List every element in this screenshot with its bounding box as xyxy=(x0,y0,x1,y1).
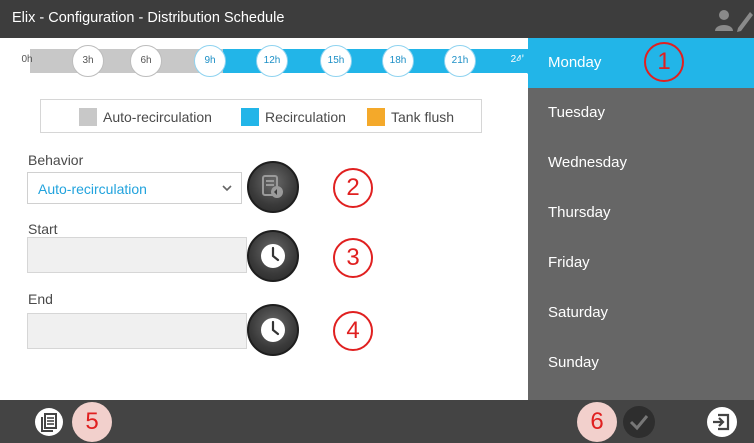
legend-label: Auto-recirculation xyxy=(103,109,212,125)
legend: Auto-recirculation Recirculation Tank fl… xyxy=(40,99,482,133)
timeline-tick: 12h xyxy=(256,45,288,77)
callout-6: 6 xyxy=(577,402,617,442)
end-time-button[interactable] xyxy=(247,304,299,356)
timeline-tick: 9h xyxy=(194,45,226,77)
day-item-saturday[interactable]: Saturday xyxy=(528,288,754,338)
clock-icon xyxy=(261,318,285,342)
timeline-tick: 6h xyxy=(130,45,162,77)
day-label: Monday xyxy=(548,54,602,71)
day-item-friday[interactable]: Friday xyxy=(528,238,754,288)
timeline-tick: 18h xyxy=(382,45,414,77)
callout-2: 2 xyxy=(333,168,373,208)
pencil-icon xyxy=(737,12,753,32)
legend-swatch xyxy=(79,108,97,126)
behavior-select-value: Auto-recirculation xyxy=(38,181,147,197)
copy-schedule-icon[interactable] xyxy=(34,407,64,437)
legend-label: Tank flush xyxy=(391,109,455,125)
callout-3: 3 xyxy=(333,238,373,278)
legend-label: Recirculation xyxy=(265,109,346,125)
end-label: End xyxy=(28,291,53,307)
start-time-input[interactable] xyxy=(27,237,247,273)
window-title: Elix - Configuration - Distribution Sche… xyxy=(12,10,285,26)
day-item-tuesday[interactable]: Tuesday xyxy=(528,88,754,138)
day-label: Saturday xyxy=(548,304,609,321)
exit-icon[interactable] xyxy=(706,406,738,438)
start-time-button[interactable] xyxy=(247,230,299,282)
day-sidebar: Monday Tuesday Wednesday Thursday Friday… xyxy=(517,38,754,400)
timeline-tick: 21h xyxy=(444,45,476,77)
legend-swatch xyxy=(367,108,385,126)
end-time-input[interactable] xyxy=(27,313,247,349)
day-item-monday[interactable]: Monday xyxy=(517,38,754,88)
bottom-bar: 5 6 xyxy=(0,400,754,443)
behavior-settings-button[interactable] xyxy=(247,161,299,213)
timeline-tick: 3h xyxy=(72,45,104,77)
day-item-thursday[interactable]: Thursday xyxy=(528,188,754,238)
checkmark-icon[interactable] xyxy=(622,405,656,439)
schedule-timeline[interactable]: 0h 3h 6h 9h 12h 15h 18h 21h 24h xyxy=(14,45,528,77)
selected-day-pointer xyxy=(517,52,528,74)
start-label: Start xyxy=(28,221,58,237)
day-label: Thursday xyxy=(548,204,611,221)
title-bar: Elix - Configuration - Distribution Sche… xyxy=(0,0,754,38)
day-label: Sunday xyxy=(548,354,599,371)
callout-5: 5 xyxy=(72,402,112,442)
day-label: Friday xyxy=(548,254,590,271)
chevron-down-icon xyxy=(222,185,232,192)
day-label: Wednesday xyxy=(548,154,627,171)
timeline-tick: 15h xyxy=(320,45,352,77)
callout-1: 1 xyxy=(644,42,684,82)
callout-4: 4 xyxy=(333,311,373,351)
behavior-select[interactable]: Auto-recirculation xyxy=(27,172,242,204)
day-item-wednesday[interactable]: Wednesday xyxy=(528,138,754,188)
day-item-sunday[interactable]: Sunday xyxy=(528,338,754,388)
clock-icon xyxy=(261,244,285,268)
legend-swatch xyxy=(241,108,259,126)
day-label: Tuesday xyxy=(548,104,605,121)
behavior-settings-icon xyxy=(262,175,283,198)
behavior-label: Behavior xyxy=(28,152,84,168)
title-icons xyxy=(714,8,754,32)
timeline-tick: 0h xyxy=(21,54,33,65)
